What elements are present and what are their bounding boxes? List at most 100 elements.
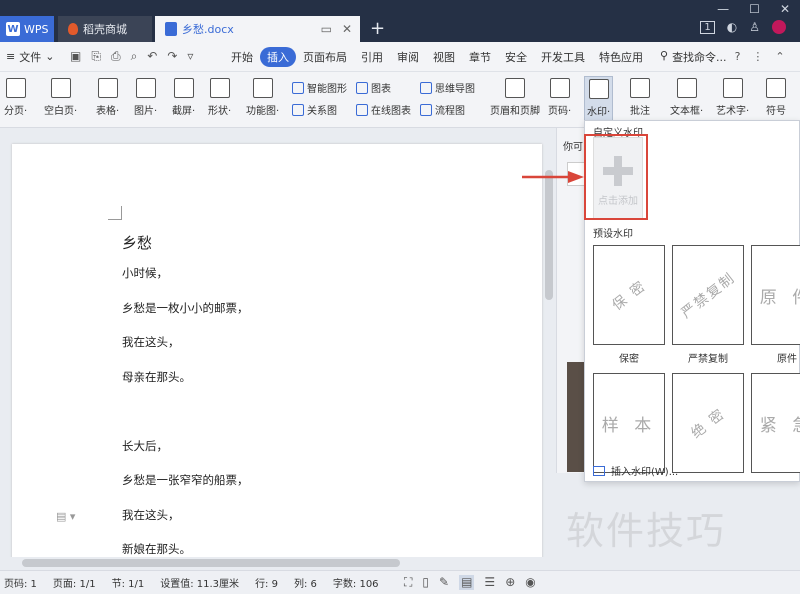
menu-bar: ≡ 文件 ⌄ ▣ ⎘ ⎙ ⌕ ↶ ↷ ▿ 开始 插入 页面布局 引用 审阅 视图… [0, 42, 800, 72]
preset-watermark[interactable]: 原 件 [751, 245, 800, 345]
paragraph-marker-icon[interactable]: ▤ ▾ [56, 510, 75, 523]
blank-page-button[interactable]: 空白页· [44, 78, 77, 117]
tab-home[interactable]: 开始 [224, 47, 260, 67]
print-icon[interactable]: ⎙ [111, 49, 121, 64]
template-thumbnail[interactable] [567, 362, 585, 472]
scroll-thumb[interactable] [22, 559, 400, 567]
minimize-icon[interactable]: — [717, 2, 729, 16]
header-footer-button[interactable]: 页眉和页脚 [490, 78, 540, 117]
online-chart-button[interactable]: 在线图表 [356, 102, 411, 117]
status-word-count[interactable]: 字数: 106 [333, 575, 379, 590]
hamburger-icon: ≡ [6, 50, 16, 63]
preset-watermark-title: 预设水印 [593, 229, 633, 240]
tab-developer[interactable]: 开发工具 [534, 47, 592, 67]
avatar[interactable] [772, 20, 786, 34]
close-tab-icon[interactable]: ✕ [342, 22, 352, 36]
shirt-icon[interactable]: ♙ [749, 20, 760, 34]
smart-graphic-button[interactable]: 智能图形 [292, 80, 347, 95]
screenshot-button[interactable]: 截屏· [172, 78, 195, 117]
textbox-button[interactable]: 文本框· [670, 78, 703, 117]
relation-button[interactable]: 关系图 [292, 102, 337, 117]
document-icon [165, 22, 177, 36]
skin-icon[interactable]: ◐ [727, 20, 737, 34]
tab-special[interactable]: 特色应用 [592, 47, 650, 67]
tab-page-layout[interactable]: 页面布局 [296, 47, 354, 67]
margin-corner-mark [108, 206, 122, 220]
title-bar: W WPS 稻壳商城 乡愁.docx ▭ ✕ + — ☐ ✕ 1 ◐ ♙ [0, 0, 800, 42]
preset-watermark[interactable]: 保 密 [593, 245, 665, 345]
preset-label: 严禁复制 [688, 354, 728, 365]
collapse-icon[interactable]: ⌃ [775, 50, 784, 63]
page-count-badge[interactable]: 1 [700, 20, 715, 34]
chart-button[interactable]: 图表 [356, 80, 391, 95]
table-button[interactable]: 表格· [96, 78, 119, 117]
outline-view-icon[interactable]: ☰ [484, 575, 495, 590]
new-tab-button[interactable]: + [370, 18, 385, 39]
edit-pen-icon[interactable]: ✎ [439, 575, 449, 590]
tab-chapter[interactable]: 章节 [462, 47, 498, 67]
web-view-icon[interactable]: ⊕ [505, 575, 515, 590]
undo-icon[interactable]: ↶ [147, 49, 157, 64]
preset-watermark[interactable]: 样 本 [593, 373, 665, 473]
insert-watermark-icon [593, 465, 605, 476]
save-as-icon[interactable]: ⎘ [91, 49, 101, 64]
tab-view[interactable]: 视图 [426, 47, 462, 67]
preview-icon[interactable]: ⌕ [131, 49, 138, 64]
art-text-button[interactable]: 艺术字· [716, 78, 749, 117]
mindmap-icon [420, 81, 432, 94]
paragraph: 我在这头， [122, 507, 180, 522]
tab-insert[interactable]: 插入 [260, 46, 296, 67]
paragraph: 我在这头， [122, 335, 180, 349]
textbox-icon [676, 78, 697, 98]
header-footer-icon [505, 78, 525, 98]
tab-references[interactable]: 引用 [354, 47, 390, 67]
insert-watermark-item[interactable]: 插入水印(W)... [593, 463, 678, 478]
eye-protect-icon[interactable]: ◉ [525, 575, 535, 590]
monitor-icon[interactable]: ▭ [321, 22, 332, 36]
more-icon[interactable]: ⋮ [752, 50, 763, 63]
document-page[interactable]: 乡愁 小时候， 乡愁是一枚小小的邮票， 我在这头， 母亲在那头。 长大后， 乡愁… [12, 144, 542, 564]
horizontal-scrollbar[interactable] [8, 557, 556, 569]
tab-store[interactable]: 稻壳商城 [58, 16, 152, 42]
save-icon[interactable]: ▣ [70, 49, 81, 64]
preset-watermark[interactable]: 绝 密 [672, 373, 744, 473]
quick-access-toolbar: ▣ ⎘ ⎙ ⌕ ↶ ↷ ▿ [70, 49, 210, 64]
fullscreen-icon[interactable]: ⛶ [404, 575, 412, 590]
preset-watermark[interactable]: 严禁复制 [672, 245, 744, 345]
symbol-button[interactable]: 符号 [766, 78, 786, 117]
page-break-button[interactable]: 分页· [4, 78, 27, 117]
redo-icon[interactable]: ↷ [167, 49, 177, 64]
read-mode-icon[interactable]: ▯ [422, 575, 429, 590]
tab-security[interactable]: 安全 [498, 47, 534, 67]
picture-button[interactable]: 图片· [134, 78, 157, 117]
maximize-icon[interactable]: ☐ [749, 2, 760, 16]
preset-label: 保密 [619, 354, 639, 365]
chevron-down-icon: ⌄ [45, 50, 55, 63]
flowchart-button[interactable]: 流程图 [420, 102, 465, 117]
watermark-button[interactable]: 水印· [584, 76, 614, 121]
shape-button[interactable]: 形状· [208, 78, 231, 117]
page-number-button[interactable]: 页码· [548, 78, 571, 117]
function-chart-button[interactable]: 功能图· [246, 78, 279, 117]
tab-review[interactable]: 审阅 [390, 47, 426, 67]
tab-label: WPS [24, 22, 49, 36]
file-menu[interactable]: ≡ 文件 ⌄ [6, 49, 64, 65]
customize-icon[interactable]: ▿ [187, 49, 193, 64]
page-view-icon[interactable]: ▤ [459, 575, 475, 590]
document-body[interactable]: 乡愁 小时候， 乡愁是一枚小小的邮票， 我在这头， 母亲在那头。 长大后， 乡愁… [122, 232, 249, 574]
command-search[interactable]: ⚲ 查找命令... [660, 49, 727, 65]
scroll-thumb[interactable] [545, 170, 553, 300]
close-window-icon[interactable]: ✕ [780, 2, 790, 16]
tab-document[interactable]: 乡愁.docx ▭ ✕ [155, 16, 360, 42]
comment-button[interactable]: 批注 [630, 78, 650, 117]
status-column: 列: 6 [293, 579, 317, 590]
menu-tabs: 开始 插入 页面布局 引用 审阅 视图 章节 安全 开发工具 特色应用 [224, 46, 650, 67]
tab-wps[interactable]: W WPS [0, 16, 54, 42]
shape-icon [209, 78, 230, 98]
wps-logo-icon: W [6, 22, 20, 36]
mindmap-button[interactable]: 思维导图 [420, 80, 475, 95]
vertical-scrollbar[interactable] [542, 156, 554, 556]
preset-watermark[interactable]: 紧 急 [751, 373, 800, 473]
help-icon[interactable]: ? [735, 50, 741, 63]
status-page[interactable]: 页码: 1 [4, 575, 37, 590]
